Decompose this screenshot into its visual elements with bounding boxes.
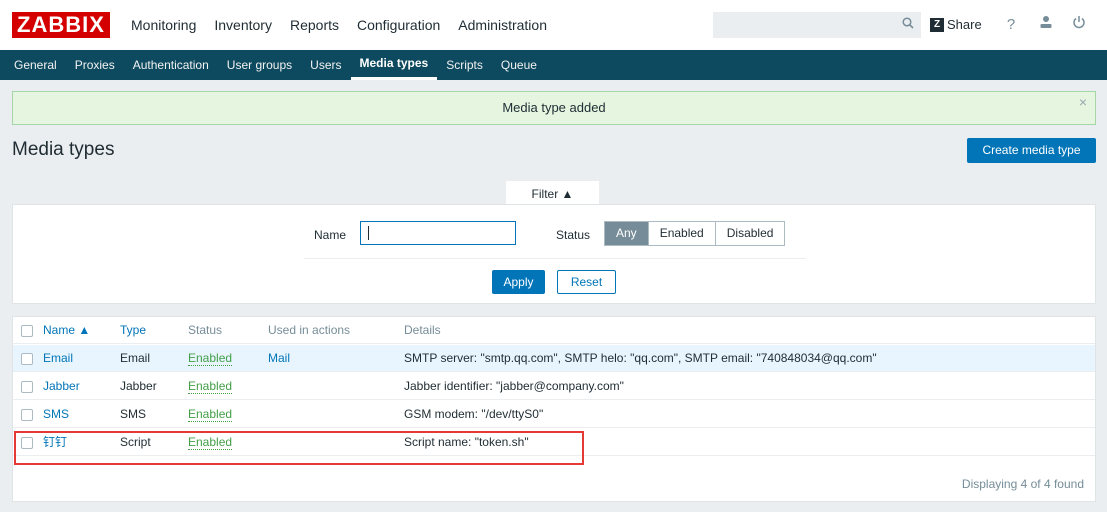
subnav-general[interactable]: General xyxy=(5,50,66,80)
table-row: SMS SMS Enabled GSM modem: "/dev/ttyS0" xyxy=(13,401,1095,428)
status-segmented-control: Any Enabled Disabled xyxy=(604,221,786,246)
reset-button[interactable]: Reset xyxy=(557,270,616,294)
table-footer-count: Displaying 4 of 4 found xyxy=(961,477,1084,491)
table-row: Jabber Jabber Enabled Jabber identifier:… xyxy=(13,373,1095,400)
close-icon[interactable]: × xyxy=(1079,86,1087,118)
media-types-table: Name ▲ Type Status Used in actions Detai… xyxy=(12,316,1096,502)
menu-inventory[interactable]: Inventory xyxy=(205,0,281,50)
table-row: Email Email Enabled Mail SMTP server: "s… xyxy=(13,345,1095,372)
media-name-link[interactable]: 钉钉 xyxy=(43,429,67,456)
media-type: SMS xyxy=(120,407,147,421)
menu-reports[interactable]: Reports xyxy=(281,0,348,50)
search-input[interactable] xyxy=(713,12,895,38)
top-header: ZABBIX Monitoring Inventory Reports Conf… xyxy=(0,0,1107,50)
column-header-name[interactable]: Name ▲ xyxy=(43,317,90,344)
status-cell: Enabled xyxy=(188,429,233,456)
status-toggle[interactable]: Enabled xyxy=(188,407,233,422)
column-header-used-in-actions: Used in actions xyxy=(268,323,351,337)
subnav-users[interactable]: Users xyxy=(301,50,350,80)
media-type: Email xyxy=(120,351,151,365)
column-header-status: Status xyxy=(188,323,223,337)
create-media-type-button[interactable]: Create media type xyxy=(967,138,1096,163)
menu-configuration[interactable]: Configuration xyxy=(348,0,449,50)
filter-divider xyxy=(304,258,806,259)
select-all-checkbox[interactable] xyxy=(21,325,33,337)
help-icon[interactable]: ? xyxy=(1000,13,1022,37)
filter-tab[interactable]: Filter ▲ xyxy=(506,181,599,205)
status-toggle[interactable]: Enabled xyxy=(188,379,233,394)
status-cell: Enabled xyxy=(188,373,233,400)
status-enabled-option[interactable]: Enabled xyxy=(649,222,716,245)
power-icon[interactable] xyxy=(1068,13,1090,37)
column-header-type[interactable]: Type xyxy=(120,317,146,344)
media-details: GSM modem: "/dev/ttyS0" xyxy=(404,407,544,421)
menu-monitoring[interactable]: Monitoring xyxy=(122,0,205,50)
sub-navigation: General Proxies Authentication User grou… xyxy=(0,50,1107,80)
media-name-link[interactable]: Email xyxy=(43,345,73,372)
action-link[interactable]: Mail xyxy=(268,345,290,372)
status-label: Status xyxy=(556,228,591,242)
media-details: Script name: "token.sh" xyxy=(404,435,529,449)
status-toggle[interactable]: Enabled xyxy=(188,435,233,450)
user-icon[interactable] xyxy=(1035,13,1057,37)
media-details: SMTP server: "smtp.qq.com", SMTP helo: "… xyxy=(404,351,877,365)
zabbix-share-logo-icon: Z xyxy=(930,18,944,32)
share-link[interactable]: Z Share xyxy=(930,14,982,36)
message-text: Media type added xyxy=(502,100,606,115)
subnav-queue[interactable]: Queue xyxy=(492,50,546,80)
media-type: Jabber xyxy=(120,379,157,393)
name-filter-input[interactable] xyxy=(360,221,516,245)
row-checkbox[interactable] xyxy=(21,437,33,449)
main-menu: Monitoring Inventory Reports Configurati… xyxy=(122,0,556,50)
row-checkbox[interactable] xyxy=(21,353,33,365)
subnav-user-groups[interactable]: User groups xyxy=(218,50,301,80)
media-details: Jabber identifier: "jabber@company.com" xyxy=(404,379,624,393)
subnav-media-types[interactable]: Media types xyxy=(350,50,438,80)
share-label: Share xyxy=(947,17,982,32)
table-header: Name ▲ Type Status Used in actions Detai… xyxy=(13,317,1095,344)
column-header-details: Details xyxy=(404,323,441,337)
status-cell: Enabled xyxy=(188,401,233,428)
status-cell: Enabled xyxy=(188,345,233,372)
media-name-link[interactable]: Jabber xyxy=(43,373,80,400)
name-label: Name xyxy=(314,228,347,242)
row-checkbox[interactable] xyxy=(21,409,33,421)
zabbix-logo[interactable]: ZABBIX xyxy=(12,12,110,38)
filter-panel xyxy=(12,204,1096,304)
subnav-authentication[interactable]: Authentication xyxy=(124,50,218,80)
row-checkbox[interactable] xyxy=(21,381,33,393)
subnav-scripts[interactable]: Scripts xyxy=(437,50,492,80)
page-title: Media types xyxy=(12,139,115,160)
success-message: Media type added × xyxy=(12,91,1096,125)
media-type: Script xyxy=(120,435,151,449)
media-name-link[interactable]: SMS xyxy=(43,401,69,428)
search-icon[interactable] xyxy=(895,12,921,38)
apply-button[interactable]: Apply xyxy=(492,270,545,294)
status-disabled-option[interactable]: Disabled xyxy=(716,222,785,245)
status-any-option[interactable]: Any xyxy=(605,222,649,245)
subnav-proxies[interactable]: Proxies xyxy=(66,50,124,80)
text-cursor xyxy=(368,226,369,240)
status-toggle[interactable]: Enabled xyxy=(188,351,233,366)
menu-administration[interactable]: Administration xyxy=(449,0,556,50)
table-row: 钉钉 Script Enabled Script name: "token.sh… xyxy=(13,429,1095,456)
